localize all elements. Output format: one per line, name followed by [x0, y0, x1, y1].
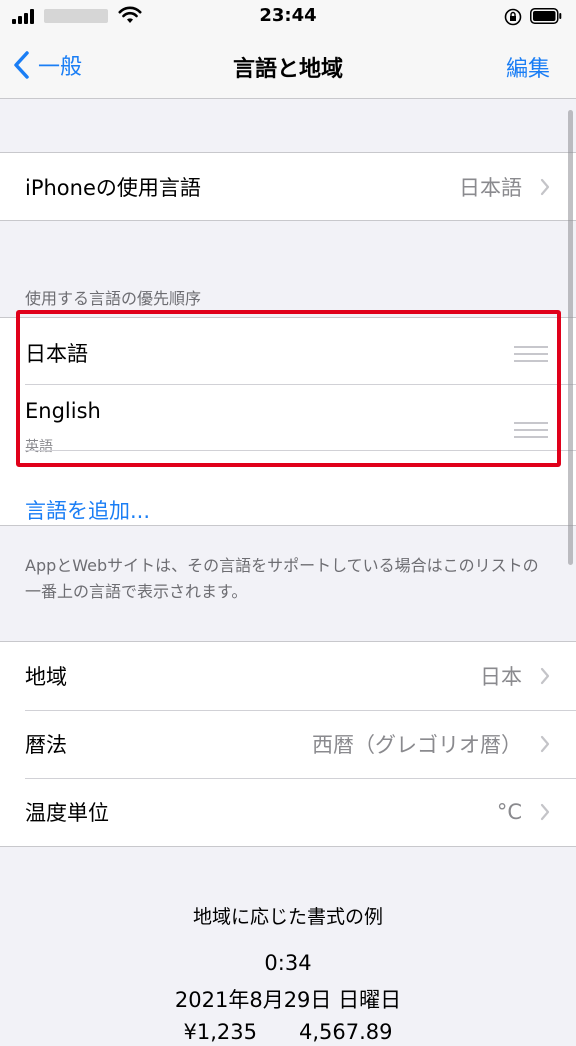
iphone-language-value: 日本語	[459, 175, 522, 200]
region-row[interactable]: 地域 日本	[0, 642, 576, 710]
reorder-handle-icon[interactable]	[514, 422, 548, 438]
languages-footer-note: AppとWebサイトは、その言語をサポートしている場合はこのリストの一番上の言語…	[25, 556, 539, 601]
status-time: 23:44	[259, 5, 317, 26]
region-value: 日本	[480, 665, 522, 689]
format-example-numbers: ¥1,235 4,567.89	[183, 1020, 393, 1044]
back-button-label: 一般	[38, 55, 83, 80]
language-row-japanese[interactable]: 日本語	[0, 318, 576, 384]
format-example-date: 2021年8月29日 日曜日	[174, 988, 402, 1012]
chevron-right-icon	[540, 178, 550, 195]
iphone-language-group: iPhoneの使用言語 日本語	[0, 152, 576, 221]
format-example-time: 0:34	[264, 951, 312, 975]
calendar-label: 暦法	[25, 733, 67, 757]
back-button[interactable]: 一般	[12, 48, 82, 82]
region-label: 地域	[25, 665, 67, 689]
chevron-right-icon	[540, 803, 550, 821]
reorder-handle-icon[interactable]	[514, 346, 548, 362]
calendar-value: 西暦（グレゴリオ暦）	[312, 733, 522, 757]
chevron-right-icon	[540, 735, 550, 753]
language-name: English	[25, 399, 101, 423]
temperature-unit-label: 温度単位	[25, 801, 109, 825]
iphone-language-row[interactable]: iPhoneの使用言語 日本語	[0, 153, 576, 220]
navigation-bar: 一般 言語と地域 編集	[0, 34, 576, 99]
status-bar: 23:44	[0, 0, 576, 34]
preferred-languages-header: 使用する言語の優先順序	[25, 289, 202, 308]
orientation-lock-icon	[504, 8, 522, 26]
battery-icon	[530, 8, 562, 24]
temperature-unit-row[interactable]: 温度単位 °C	[0, 778, 576, 846]
format-example-title: 地域に応じた書式の例	[192, 906, 383, 928]
temperature-unit-value: °C	[496, 800, 522, 824]
language-name: 日本語	[25, 342, 88, 366]
add-language-button[interactable]: 言語を追加...	[25, 495, 150, 525]
edit-button[interactable]: 編集	[506, 51, 550, 83]
language-row-english[interactable]: English 英語	[0, 384, 576, 455]
chevron-left-icon	[14, 51, 29, 79]
iphone-language-label: iPhoneの使用言語	[25, 175, 201, 200]
region-settings-group: 地域 日本 暦法 西暦（グレゴリオ暦） 温度単位 °C	[0, 641, 576, 847]
page-title: 言語と地域	[232, 57, 343, 82]
chevron-right-icon	[540, 667, 550, 685]
scrollbar[interactable]	[568, 110, 573, 565]
calendar-row[interactable]: 暦法 西暦（グレゴリオ暦）	[0, 710, 576, 778]
